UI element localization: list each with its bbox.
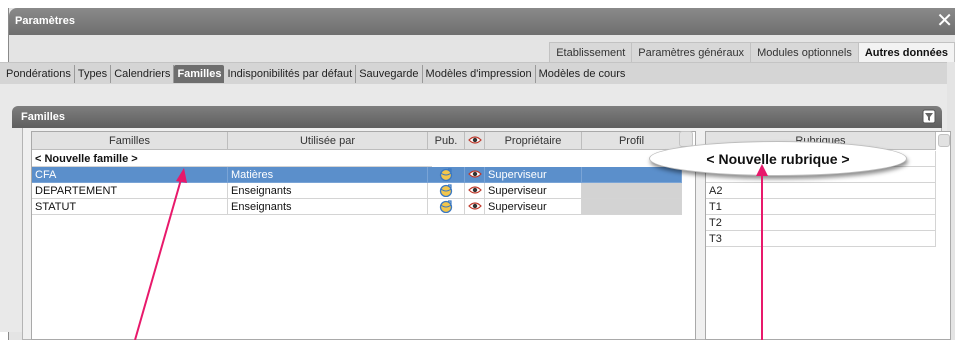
tab-types[interactable]: Types	[75, 65, 112, 83]
rubriques-scroll-up[interactable]	[938, 134, 950, 147]
col-visibility[interactable]	[465, 132, 485, 150]
profil-cell[interactable]	[582, 183, 682, 199]
tab-familles[interactable]: Familles	[174, 65, 225, 83]
profil-cell[interactable]	[582, 199, 682, 215]
pub-cell[interactable]	[428, 167, 465, 183]
list-item[interactable]: T3	[706, 231, 936, 247]
globe-icon	[439, 200, 453, 214]
col-proprietaire[interactable]: Propriétaire	[485, 132, 582, 150]
col-utilisee-par[interactable]: Utilisée par	[228, 132, 428, 150]
tabs-level1: Etablissement Paramètres généraux Module…	[549, 42, 955, 62]
table-row[interactable]: STATUT Enseignants Superviseur	[32, 199, 695, 215]
famille-cell[interactable]: CFA	[32, 167, 228, 183]
tab-indisponibilites[interactable]: Indisponibilités par défaut	[224, 65, 357, 83]
utilisee-par-cell[interactable]: Enseignants	[228, 183, 428, 199]
table-row[interactable]: CFA Matières Superviseur	[32, 167, 695, 183]
section-header: Familles	[12, 106, 942, 128]
proprietaire-cell[interactable]: Superviseur	[485, 167, 582, 183]
proprietaire-cell[interactable]: Superviseur	[485, 199, 582, 215]
globe-icon	[439, 168, 453, 182]
section-title: Familles	[21, 111, 66, 123]
close-icon[interactable]: ✕	[936, 10, 953, 30]
tab-modules-optionnels[interactable]: Modules optionnels	[750, 42, 859, 62]
visibility-cell[interactable]	[465, 199, 485, 215]
proprietaire-cell[interactable]: Superviseur	[485, 183, 582, 199]
tab-autres-donnees[interactable]: Autres données	[857, 42, 955, 62]
titlebar: Paramètres ✕	[9, 8, 955, 35]
visibility-cell[interactable]	[465, 167, 485, 183]
utilisee-par-cell[interactable]: Enseignants	[228, 199, 428, 215]
famille-cell[interactable]: DEPARTEMENT	[32, 183, 228, 199]
famille-cell[interactable]: STATUT	[32, 199, 228, 215]
col-familles[interactable]: Familles	[32, 132, 228, 150]
profil-cell[interactable]	[582, 167, 682, 183]
list-item[interactable]: T2	[706, 215, 936, 231]
tab-sauvegarde[interactable]: Sauvegarde	[356, 65, 423, 83]
tab-modeles-cours[interactable]: Modèles de cours	[536, 65, 629, 83]
tab-parametres-generaux[interactable]: Paramètres généraux	[631, 42, 752, 62]
new-family-row[interactable]: < Nouvelle famille >	[32, 151, 695, 167]
callout-label: < Nouvelle rubrique >	[706, 151, 850, 167]
utilisee-par-cell[interactable]: Matières	[228, 167, 428, 183]
visibility-cell[interactable]	[465, 183, 485, 199]
tab-etablissement[interactable]: Etablissement	[549, 42, 633, 62]
pub-cell[interactable]	[428, 183, 465, 199]
tab-modeles-impression[interactable]: Modèles d'impression	[423, 65, 536, 83]
new-rubrique-callout[interactable]: < Nouvelle rubrique >	[649, 141, 907, 176]
col-pub[interactable]: Pub.	[428, 132, 465, 150]
eye-icon	[467, 202, 482, 210]
table-row[interactable]: DEPARTEMENT Enseignants Superviseur	[32, 183, 695, 199]
new-family-label[interactable]: < Nouvelle famille >	[32, 151, 432, 167]
pub-cell[interactable]	[428, 199, 465, 215]
familles-table: Familles Utilisée par Pub. Propriétaire …	[31, 131, 696, 340]
eye-icon	[467, 186, 482, 194]
eye-icon	[467, 136, 482, 144]
window-title: Paramètres	[15, 15, 75, 27]
list-item[interactable]: A2	[706, 183, 936, 199]
tab-calendriers[interactable]: Calendriers	[111, 65, 175, 83]
tab-ponderations[interactable]: Pondérations	[3, 65, 75, 83]
tabs-level2: Pondérations Types Calendriers Familles …	[3, 65, 628, 83]
list-item[interactable]: T1	[706, 199, 936, 215]
globe-icon	[439, 184, 453, 198]
col-profil[interactable]: Profil	[582, 132, 682, 150]
filter-icon[interactable]	[922, 109, 936, 124]
eye-icon	[467, 170, 482, 178]
